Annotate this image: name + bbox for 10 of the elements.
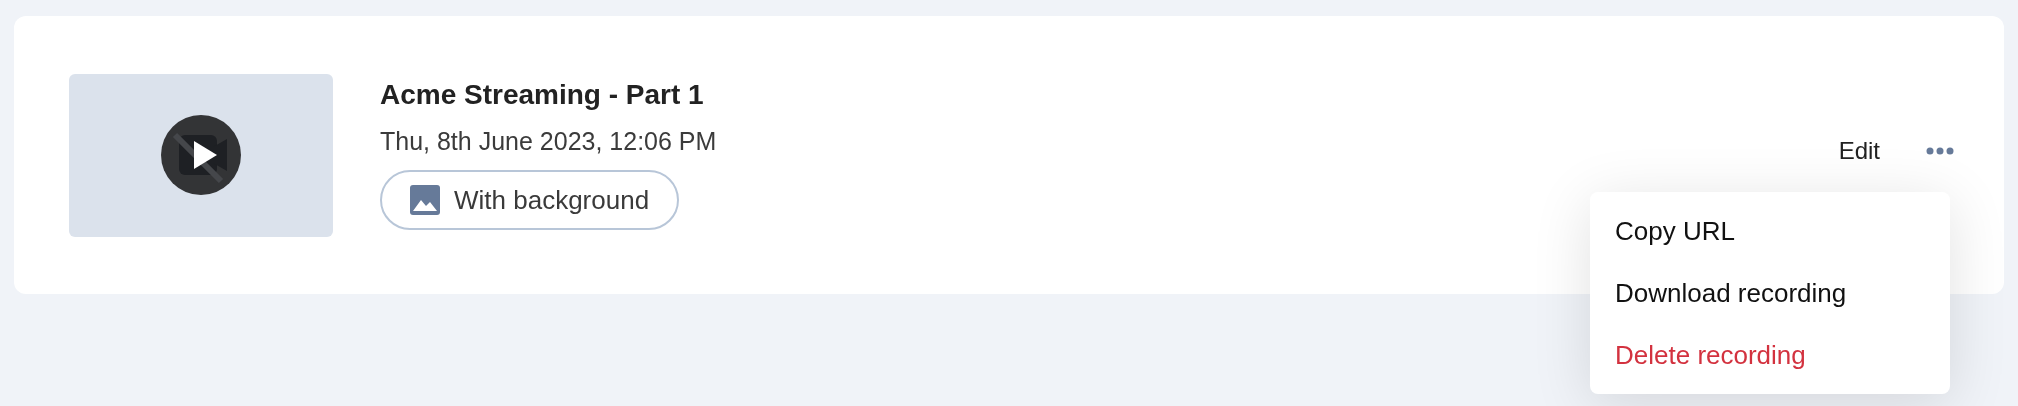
menu-item[interactable]: Copy URL bbox=[1615, 200, 1735, 262]
tag-label: With background bbox=[454, 183, 650, 217]
image-icon bbox=[410, 185, 440, 215]
edit-button[interactable]: Edit bbox=[1838, 133, 1880, 169]
more-icon[interactable] bbox=[1926, 147, 1954, 155]
play-icon[interactable] bbox=[161, 115, 241, 195]
menu-item[interactable]: Download recording bbox=[1615, 262, 1847, 324]
recording-title: Acme Streaming - Part 1 bbox=[380, 78, 705, 112]
recording-date: Thu, 8th June 2023, 12:06 PM bbox=[380, 126, 717, 156]
delete-menu-item[interactable]: Delete recording bbox=[1615, 324, 1806, 386]
